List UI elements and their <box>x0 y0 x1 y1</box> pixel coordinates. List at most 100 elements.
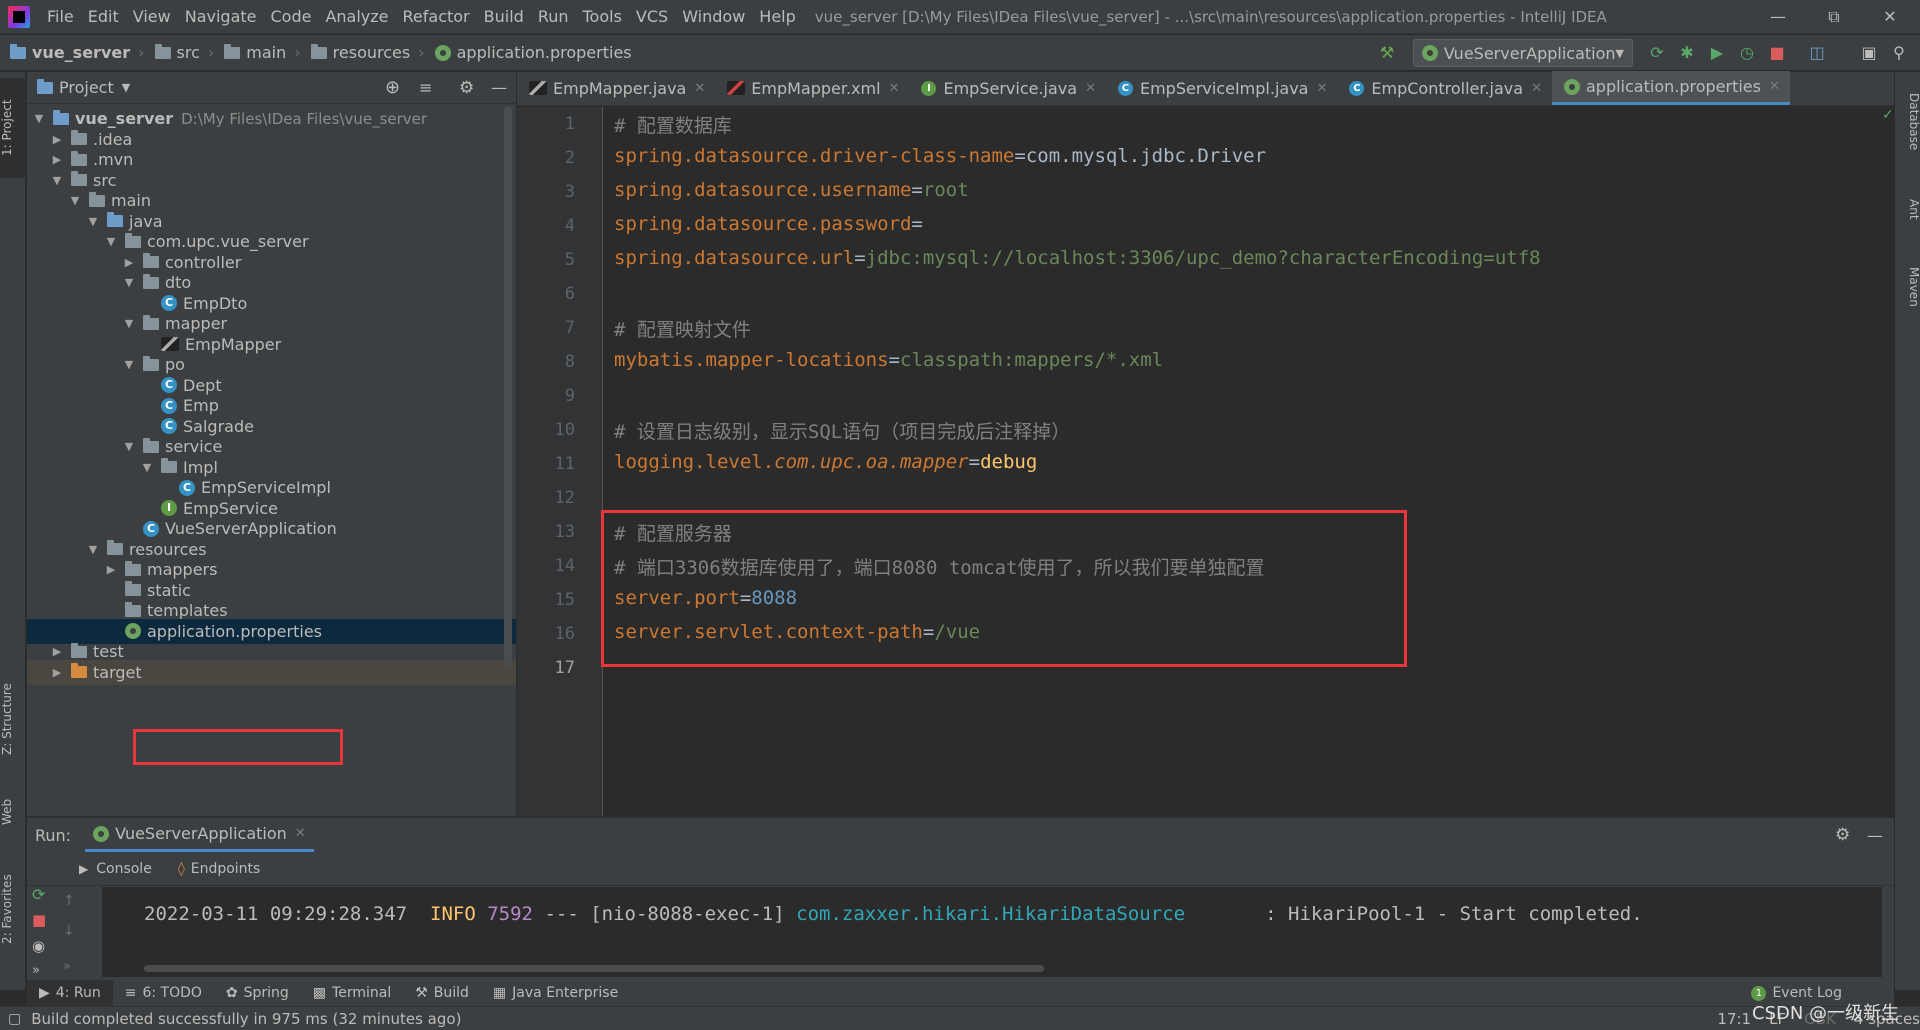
hide-icon[interactable]: — <box>491 78 507 97</box>
code-editor[interactable]: # 配置数据库 spring.datasource.driver-class-n… <box>601 107 1894 816</box>
expanded-arrow-icon[interactable]: ▼ <box>141 461 153 474</box>
search-icon[interactable]: ⚲ <box>1888 42 1910 64</box>
editor-scrollbar[interactable]: ✓ <box>1882 107 1894 816</box>
close-icon[interactable]: ✕ <box>295 826 306 841</box>
project-structure-icon[interactable]: ◫ <box>1806 42 1828 64</box>
run-configuration-select[interactable]: VueServerApplication ▼ <box>1413 39 1633 67</box>
layout-icon[interactable]: ▣ <box>1858 42 1880 64</box>
tab-run[interactable]: ▶ 4: Run <box>27 980 113 1006</box>
rerun-icon[interactable]: ⟳ <box>32 885 45 904</box>
close-icon[interactable]: ✕ <box>1769 79 1780 94</box>
expanded-arrow-icon[interactable]: ▼ <box>87 543 99 556</box>
build-hammer-icon[interactable]: ⚒ <box>1376 42 1398 64</box>
menu-file[interactable]: File <box>40 0 81 34</box>
tab-structure[interactable]: Z: Structure <box>0 672 26 767</box>
collapsed-arrow-icon[interactable]: ▶ <box>105 563 117 576</box>
gear-icon[interactable]: ⚙ <box>459 78 474 98</box>
minimize-icon[interactable]: — <box>1750 0 1806 34</box>
menu-build[interactable]: Build <box>477 0 531 34</box>
hide-icon[interactable]: — <box>1867 826 1883 845</box>
breadcrumb-main[interactable]: main <box>246 43 286 62</box>
menu-code[interactable]: Code <box>264 0 319 34</box>
expanded-arrow-icon[interactable]: ▼ <box>123 358 135 371</box>
coverage-icon[interactable]: ▶ <box>1706 42 1728 64</box>
more-icon[interactable]: » <box>32 963 40 978</box>
stop-icon[interactable]: ■ <box>32 911 46 929</box>
breadcrumb-file[interactable]: application.properties <box>457 43 632 62</box>
expanded-arrow-icon[interactable]: ▼ <box>87 215 99 228</box>
tab-empserviceimpl-java[interactable]: C EmpServiceImpl.java ✕ <box>1106 71 1337 105</box>
restore-icon[interactable]: ⧉ <box>1806 0 1862 34</box>
tab-project[interactable]: 1: Project <box>0 78 26 178</box>
collapse-all-icon[interactable]: ≡ <box>419 78 432 97</box>
tree-item[interactable]: ▶ target <box>27 659 516 685</box>
project-panel-title[interactable]: Project <box>59 78 114 97</box>
menu-tools[interactable]: Tools <box>576 0 629 34</box>
tab-empmapper-java[interactable]: EmpMapper.java ✕ <box>517 71 715 105</box>
caret-position[interactable]: 17:1 <box>1717 1010 1751 1028</box>
rerun-icon[interactable]: ⟳ <box>1646 42 1668 64</box>
close-icon[interactable]: ✕ <box>1316 81 1327 96</box>
arrow-up-icon[interactable]: ↑ <box>63 893 75 909</box>
tab-database[interactable]: Database <box>1895 82 1920 162</box>
close-icon[interactable]: ✕ <box>1085 81 1096 96</box>
tab-build[interactable]: ⚒ Build <box>403 980 481 1006</box>
expanded-arrow-icon[interactable]: ▼ <box>51 174 63 187</box>
collapsed-arrow-icon[interactable]: ▶ <box>51 666 63 679</box>
menu-navigate[interactable]: Navigate <box>178 0 264 34</box>
close-icon[interactable]: ✕ <box>889 81 900 96</box>
tab-ant[interactable]: Ant <box>1895 187 1920 232</box>
endpoints-tab[interactable]: ◊ Endpoints <box>178 861 261 877</box>
camera-icon[interactable]: ◉ <box>32 937 45 955</box>
collapsed-arrow-icon[interactable]: ▶ <box>51 645 63 658</box>
tab-empservice-java[interactable]: I EmpService.java ✕ <box>909 71 1106 105</box>
chevron-down-icon[interactable]: ▼ <box>122 81 130 94</box>
collapsed-arrow-icon[interactable]: ▶ <box>51 133 63 146</box>
tab-maven[interactable]: Maven <box>1895 257 1920 317</box>
menu-view[interactable]: View <box>126 0 178 34</box>
collapsed-arrow-icon[interactable]: ▶ <box>51 153 63 166</box>
console-hscrollbar[interactable] <box>144 965 1044 972</box>
profile-icon[interactable]: ◷ <box>1736 42 1758 64</box>
tab-terminal[interactable]: ▩ Terminal <box>301 980 403 1006</box>
gear-icon[interactable]: ⚙ <box>1835 825 1850 845</box>
tab-application-properties[interactable]: application.properties ✕ <box>1551 71 1790 105</box>
more-icon[interactable]: » <box>63 959 71 974</box>
tab-favorites[interactable]: 2: Favorites <box>0 862 26 957</box>
project-scrollbar[interactable] <box>504 106 512 666</box>
tab-empmapper-xml[interactable]: EmpMapper.xml ✕ <box>715 71 909 105</box>
menu-analyze[interactable]: Analyze <box>318 0 395 34</box>
close-icon[interactable]: ✕ <box>1862 0 1918 34</box>
menu-vcs[interactable]: VCS <box>629 0 675 34</box>
locate-icon[interactable]: ⊕ <box>385 77 400 98</box>
close-icon[interactable]: ✕ <box>1531 81 1542 96</box>
menu-window[interactable]: Window <box>675 0 752 34</box>
tab-java-enterprise[interactable]: ▦ Java Enterprise <box>481 980 630 1006</box>
expanded-arrow-icon[interactable]: ▼ <box>105 235 117 248</box>
close-icon[interactable]: ✕ <box>694 81 705 96</box>
menu-help[interactable]: Help <box>752 0 802 34</box>
arrow-down-icon[interactable]: ↓ <box>63 923 75 939</box>
menu-refactor[interactable]: Refactor <box>396 0 477 34</box>
expanded-arrow-icon[interactable]: ▼ <box>123 440 135 453</box>
toggle-tool-windows-icon[interactable]: ▢ <box>8 1011 21 1027</box>
run-tab[interactable]: VueServerApplication ✕ <box>85 818 314 852</box>
expanded-arrow-icon[interactable]: ▼ <box>69 194 81 207</box>
breadcrumb-project[interactable]: vue_server <box>32 43 130 62</box>
tab-spring[interactable]: ✿ Spring <box>214 980 301 1006</box>
menu-run[interactable]: Run <box>531 0 576 34</box>
menu-edit[interactable]: Edit <box>81 0 126 34</box>
expanded-arrow-icon[interactable]: ▼ <box>123 276 135 289</box>
debug-icon[interactable]: ✱ <box>1676 42 1698 64</box>
expanded-arrow-icon[interactable]: ▼ <box>123 317 135 330</box>
tab-todo[interactable]: ≡ 6: TODO <box>113 980 214 1006</box>
console-output[interactable]: 2022-03-11 09:29:28.347 INFO 7592 --- [n… <box>102 887 1882 977</box>
collapsed-arrow-icon[interactable]: ▶ <box>123 256 135 269</box>
tab-web[interactable]: Web <box>0 792 26 832</box>
expanded-arrow-icon[interactable]: ▼ <box>33 112 45 125</box>
console-tab[interactable]: ▶ Console <box>79 861 152 877</box>
tab-empcontroller-java[interactable]: C EmpController.java ✕ <box>1337 71 1552 105</box>
breadcrumb-src[interactable]: src <box>177 43 200 62</box>
breadcrumb-resources[interactable]: resources <box>333 43 411 62</box>
stop-icon[interactable]: ■ <box>1766 42 1788 64</box>
